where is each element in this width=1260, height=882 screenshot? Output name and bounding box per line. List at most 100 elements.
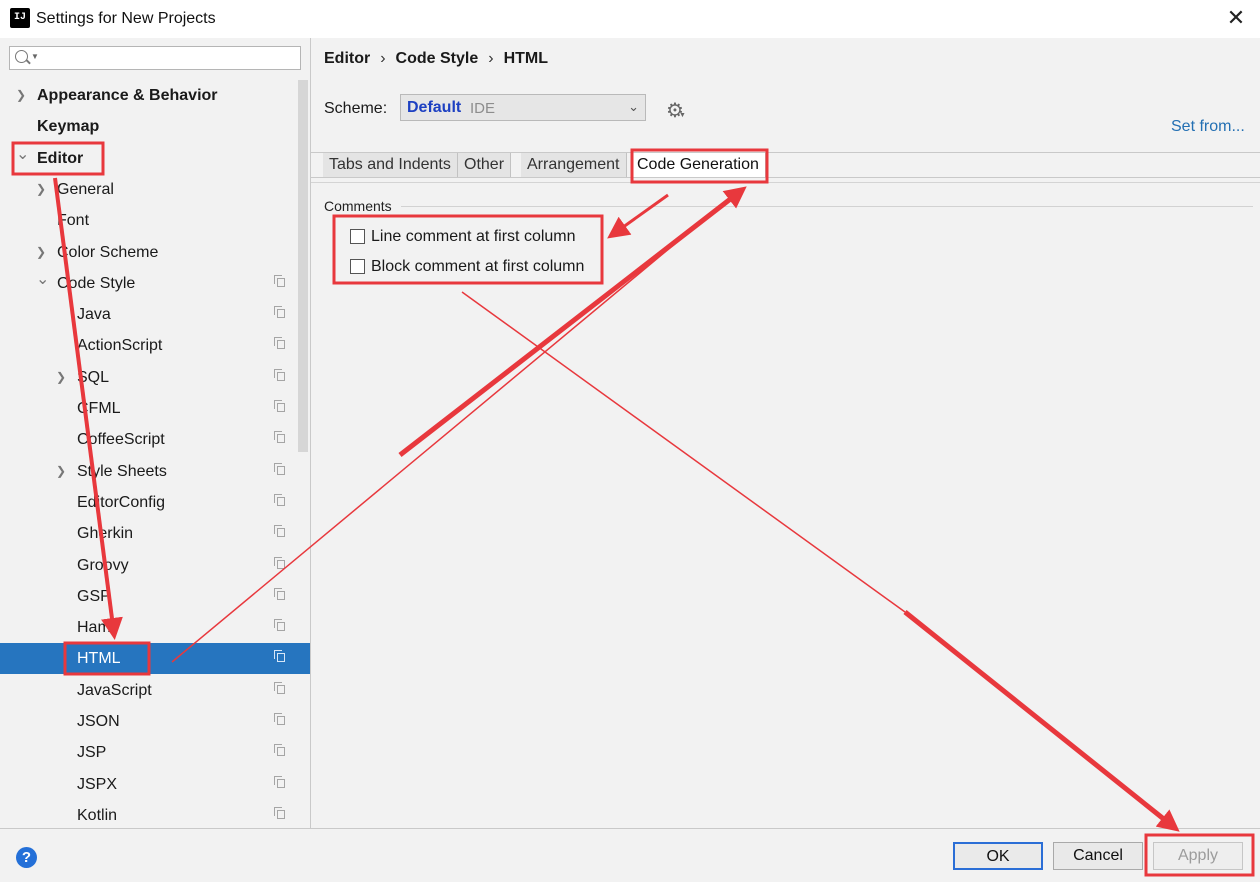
sidebar-item-label: ActionScript xyxy=(77,337,163,355)
sidebar-item-coffeescript[interactable]: CoffeeScript xyxy=(0,424,298,455)
sidebar-item-javascript[interactable]: JavaScript xyxy=(0,675,298,706)
copy-scheme-icon xyxy=(274,806,285,819)
sidebar-item-json[interactable]: JSON xyxy=(0,706,298,737)
tab-other[interactable]: Other xyxy=(458,153,512,177)
ok-button[interactable]: OK xyxy=(953,842,1043,870)
gear-caret-icon: ▼ xyxy=(679,112,686,119)
sidebar-item-label: SQL xyxy=(77,368,110,386)
sidebar-item-gsp[interactable]: GSP xyxy=(0,581,298,612)
search-input[interactable]: ▼ xyxy=(9,46,301,70)
intellij-app-icon: IJ xyxy=(8,6,32,30)
copy-scheme-icon xyxy=(274,493,285,506)
chevron-right-icon[interactable]: ❯ xyxy=(56,456,66,487)
sidebar-item-label: Keymap xyxy=(37,118,100,136)
content-divider xyxy=(311,182,1260,183)
sidebar-item-label: General xyxy=(57,180,114,198)
copy-scheme-icon xyxy=(274,681,285,694)
dialog-footer: ? OK Cancel Apply xyxy=(0,828,1260,882)
sidebar-item-label: Font xyxy=(57,212,90,230)
gear-icon[interactable]: ⚙ xyxy=(666,98,684,123)
tabs-bottom-border xyxy=(311,177,1260,178)
copy-scheme-icon xyxy=(274,775,285,788)
sidebar-item-label: Color Scheme xyxy=(57,243,159,261)
copy-scheme-icon xyxy=(274,744,285,757)
chevron-down-icon[interactable]: ▼ xyxy=(31,52,39,61)
sidebar-item-label: JSPX xyxy=(77,775,118,793)
sidebar-item-label: Style Sheets xyxy=(77,462,167,480)
breadcrumb-editor: Editor xyxy=(324,50,371,67)
sidebar-item-gherkin[interactable]: Gherkin xyxy=(0,518,298,549)
copy-scheme-icon xyxy=(274,400,285,412)
help-icon[interactable]: ? xyxy=(16,847,37,868)
sidebar-item-label: Editor xyxy=(37,149,84,167)
sidebar-item-font[interactable]: Font xyxy=(0,205,298,236)
section-divider xyxy=(401,206,1253,207)
block-comment-label: Block comment at first column xyxy=(371,258,585,275)
chevron-right-icon[interactable]: ❯ xyxy=(56,362,66,393)
sidebar-item-keymap[interactable]: Keymap xyxy=(0,111,298,142)
sidebar-item-general[interactable]: ❯ General xyxy=(0,174,298,205)
set-from-link[interactable]: Set from... xyxy=(1171,118,1245,136)
sidebar-item-label: Gherkin xyxy=(77,525,134,543)
sidebar-item-appearance-behavior[interactable]: ❯ Appearance & Behavior xyxy=(0,80,298,111)
chevron-down-icon[interactable]: ⌄ xyxy=(36,264,49,295)
copy-scheme-icon xyxy=(274,713,285,725)
sidebar-item-label: Haml xyxy=(77,619,115,637)
copy-scheme-icon xyxy=(274,525,285,538)
copy-scheme-icon xyxy=(274,431,285,444)
sidebar-item-haml[interactable]: Haml xyxy=(0,612,298,643)
copy-scheme-icon xyxy=(274,462,285,475)
sidebar-item-code-style[interactable]: ⌄ Code Style xyxy=(0,268,298,299)
sidebar-item-editor[interactable]: ⌄ Editor xyxy=(0,143,298,174)
breadcrumb-code-style: Code Style xyxy=(395,50,479,67)
sidebar-item-label: Java xyxy=(77,306,111,324)
copy-scheme-icon xyxy=(274,587,285,600)
sidebar-item-style-sheets[interactable]: ❯ Style Sheets xyxy=(0,456,298,487)
breadcrumb-separator: › xyxy=(380,50,386,67)
sidebar-item-editorconfig[interactable]: EditorConfig xyxy=(0,487,298,518)
line-comment-label: Line comment at first column xyxy=(371,228,576,245)
sidebar-item-label: Groovy xyxy=(77,556,129,574)
breadcrumb-html: HTML xyxy=(503,50,548,67)
sidebar-item-jsp[interactable]: JSP xyxy=(0,737,298,768)
block-comment-checkbox[interactable] xyxy=(350,259,365,274)
sidebar-item-label: Kotlin xyxy=(77,806,118,824)
sidebar-item-html[interactable]: HTML xyxy=(0,643,310,675)
title-bar: IJ Settings for New Projects ✕ xyxy=(0,0,1260,38)
scheme-dropdown[interactable]: Default IDE ⌄ xyxy=(400,94,646,121)
chevron-down-icon[interactable]: ⌄ xyxy=(16,139,29,170)
comments-section-title: Comments xyxy=(324,198,392,214)
sidebar-item-groovy[interactable]: Groovy xyxy=(0,550,298,581)
sidebar-item-label: CoffeeScript xyxy=(77,431,165,449)
sidebar-scrollbar[interactable] xyxy=(298,80,308,452)
settings-sidebar: ▼ ❯ Appearance & Behavior Keymap ⌄ Editor ❯ Ge… xyxy=(0,38,311,828)
close-icon[interactable]: ✕ xyxy=(1224,6,1248,30)
sidebar-item-jspx[interactable]: JSPX xyxy=(0,769,298,800)
sidebar-item-actionscript[interactable]: ActionScript xyxy=(0,330,298,361)
scheme-label: Scheme: xyxy=(324,100,388,117)
scheme-name: Default xyxy=(407,99,462,116)
sidebar-item-label: JSP xyxy=(77,744,107,762)
cancel-button[interactable]: Cancel xyxy=(1053,842,1143,870)
sidebar-item-java[interactable]: Java xyxy=(0,299,298,330)
tab-arrangement[interactable]: Arrangement xyxy=(521,153,627,177)
sidebar-item-sql[interactable]: ❯ SQL xyxy=(0,362,298,393)
apply-button[interactable]: Apply xyxy=(1153,842,1243,870)
sidebar-item-label: EditorConfig xyxy=(77,493,166,511)
breadcrumb: Editor › Code Style › HTML xyxy=(324,50,548,68)
copy-scheme-icon xyxy=(274,337,285,350)
copy-scheme-icon xyxy=(274,556,285,569)
copy-scheme-icon xyxy=(274,306,285,319)
sidebar-item-kotlin[interactable]: Kotlin xyxy=(0,800,298,831)
chevron-right-icon[interactable]: ❯ xyxy=(36,174,46,205)
line-comment-checkbox[interactable] xyxy=(350,229,365,244)
sidebar-item-cfml[interactable]: CFML xyxy=(0,393,298,424)
sidebar-item-label: JavaScript xyxy=(77,681,152,699)
chevron-down-icon: ⌄ xyxy=(628,99,639,114)
sidebar-item-label: HTML xyxy=(77,650,121,668)
tab-tabs-and-indents[interactable]: Tabs and Indents xyxy=(323,153,458,177)
breadcrumb-separator: › xyxy=(488,50,494,67)
chevron-right-icon[interactable]: ❯ xyxy=(16,80,26,111)
copy-scheme-icon xyxy=(274,368,285,381)
tab-code-generation[interactable]: Code Generation xyxy=(631,153,766,177)
